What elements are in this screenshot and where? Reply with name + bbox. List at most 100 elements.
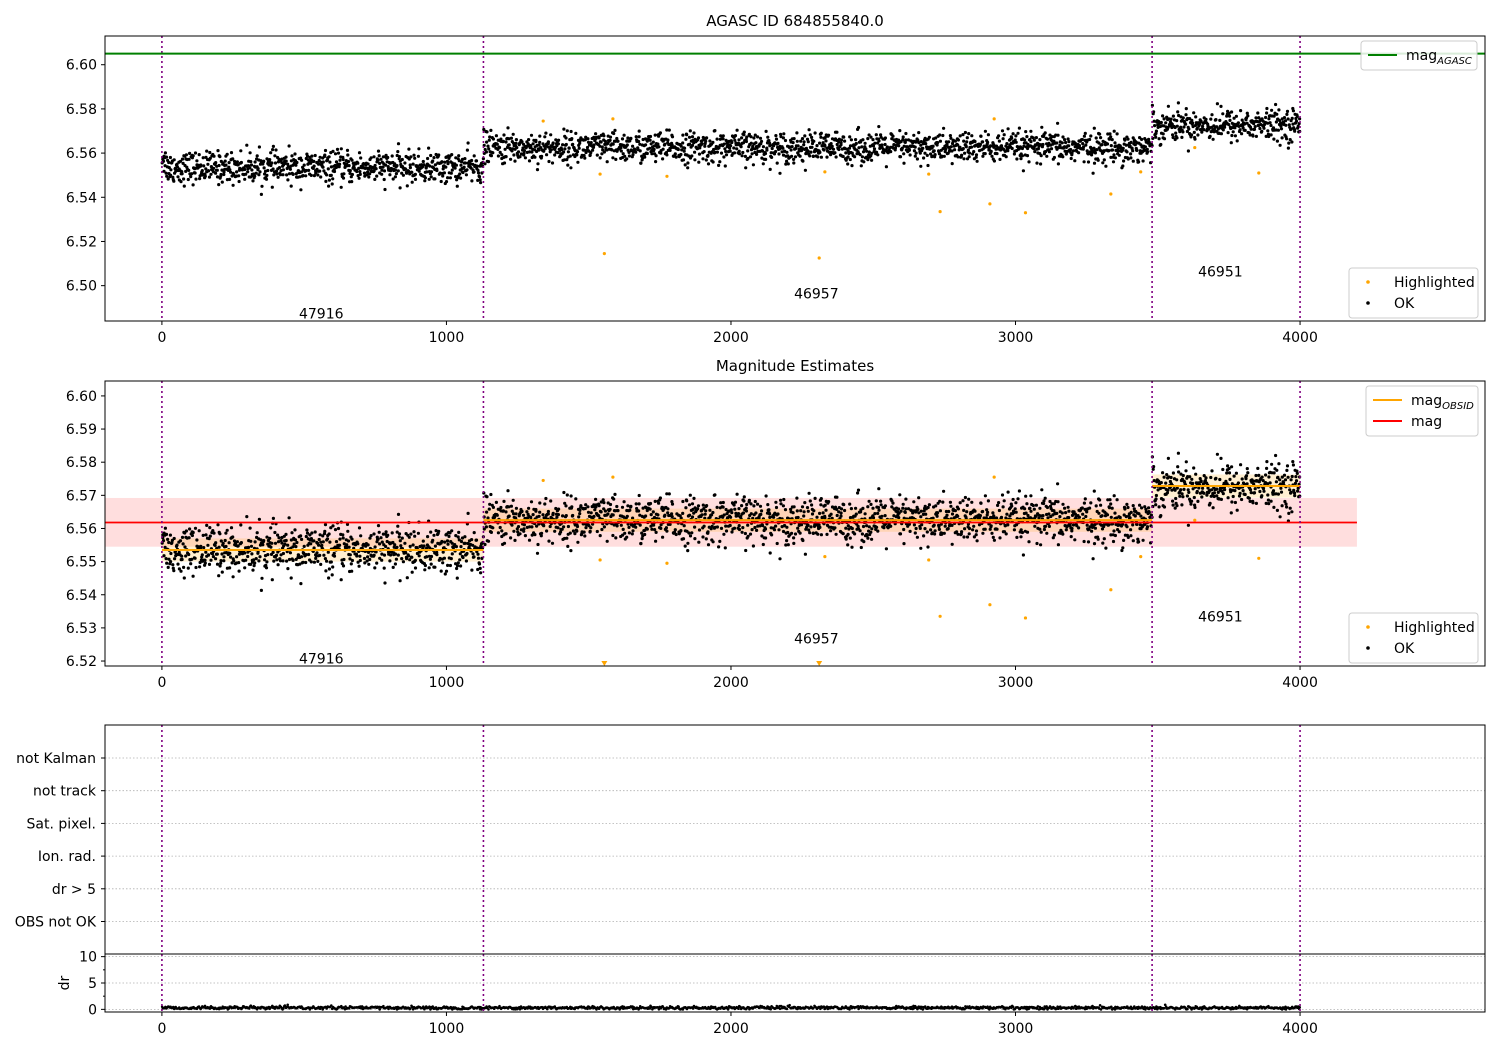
estimates-ok-point	[522, 523, 527, 527]
agasc-ok-point	[1253, 125, 1257, 129]
agasc-ok-point	[486, 160, 491, 164]
estimates-ok-point	[809, 525, 813, 529]
agasc-ok-point	[1215, 102, 1219, 106]
estimates-ok-point	[819, 497, 823, 501]
estimates-ok-point	[715, 505, 719, 509]
agasc-ok-point	[792, 137, 796, 141]
estimates-ok-point	[839, 507, 844, 511]
estimates-ok-point	[692, 496, 696, 500]
agasc-ok-point	[1101, 161, 1105, 165]
estimates-ok-point	[898, 493, 902, 497]
estimates-ok-point	[1038, 506, 1042, 510]
estimates-ok-point	[732, 526, 737, 530]
agasc-ok-point	[164, 155, 169, 159]
estimates-ok-point	[715, 525, 720, 529]
estimates-ok-point	[231, 535, 235, 539]
estimates-ok-point	[897, 507, 901, 511]
estimates-ok-point	[1096, 537, 1100, 541]
estimates-ok-point	[1000, 493, 1005, 497]
estimates-ok-point	[1035, 541, 1039, 546]
agasc-ok-point	[732, 146, 736, 150]
estimates-ok-point	[740, 504, 744, 508]
agasc-ok-point	[1287, 141, 1291, 145]
agasc-ok-point	[530, 150, 534, 154]
agasc-ok-point	[209, 172, 213, 176]
agasc-ok-point	[705, 136, 709, 140]
estimates-ok-point	[1027, 540, 1031, 544]
agasc-ok-point	[563, 147, 567, 151]
agasc-ok-point	[1131, 149, 1135, 153]
agasc-highlighted-point	[1109, 192, 1113, 196]
estimates-ok-point	[945, 513, 949, 517]
estimates-ok-point	[342, 557, 346, 562]
estimates-ok-point	[255, 531, 259, 535]
agasc-ok-point	[357, 151, 362, 155]
agasc-ok-point	[742, 130, 746, 134]
estimates-ok-point	[965, 535, 970, 539]
estimates-ok-point	[516, 525, 521, 529]
estimates-ok-point	[796, 515, 800, 520]
estimates-ok-point	[1123, 507, 1127, 511]
estimates-ok-point	[839, 514, 843, 518]
estimates-ok-point	[290, 531, 294, 535]
estimates-ok-point	[509, 536, 513, 540]
estimates-ok-point	[485, 495, 489, 499]
estimates-ok-point	[1045, 531, 1049, 535]
agasc-ok-point	[531, 142, 535, 146]
agasc-ok-point	[861, 138, 865, 142]
estimates-ok-point	[819, 503, 823, 507]
estimates-ok-point	[502, 541, 507, 545]
estimates-ok-point	[599, 510, 603, 514]
estimates-ok-point	[1082, 501, 1086, 505]
estimates-ok-point	[850, 545, 854, 549]
estimates-ok-point	[326, 550, 330, 554]
agasc-ok-point	[1112, 153, 1116, 157]
agasc-ok-point	[1161, 132, 1165, 136]
agasc-ok-point	[1077, 151, 1081, 155]
estimates-ok-point	[625, 535, 629, 539]
estimates-ok-point	[686, 541, 690, 545]
agasc-ok-point	[800, 137, 805, 141]
estimates-ok-point	[589, 511, 593, 515]
estimates-ok-point	[266, 553, 270, 557]
estimates-ok-point	[729, 508, 733, 512]
agasc-ok-point	[523, 156, 528, 160]
estimates-ok-point	[257, 517, 261, 521]
agasc-ok-point	[619, 146, 623, 150]
agasc-ok-point	[413, 156, 417, 160]
agasc-ok-point	[569, 166, 573, 170]
agasc-ok-point	[956, 138, 961, 142]
agasc-ok-point	[782, 132, 786, 136]
agasc-ok-point	[1286, 146, 1290, 150]
estimates-ok-point	[792, 505, 796, 509]
agasc-ok-point	[273, 154, 277, 158]
agasc-ok-point	[405, 184, 409, 188]
agasc-ok-point	[425, 170, 429, 174]
estimates-ok-point	[638, 523, 642, 527]
estimates-ok-point	[935, 514, 939, 518]
estimates-ok-point	[811, 531, 815, 536]
estimates-ok-point	[1055, 511, 1059, 515]
estimates-ok-point	[562, 490, 566, 495]
agasc-ok-point	[167, 160, 171, 165]
estimates-ok-point	[198, 565, 202, 569]
agasc-ok-point	[329, 173, 333, 177]
agasc-ok-point	[180, 157, 185, 161]
estimates-ok-point	[456, 561, 460, 565]
estimates-ok-point	[312, 539, 316, 543]
agasc-ok-point	[774, 137, 779, 141]
estimates-ok-point	[483, 542, 487, 547]
agasc-ok-point	[1113, 156, 1117, 160]
estimates-ok-point	[1113, 511, 1117, 515]
estimates-ok-point	[708, 508, 712, 512]
estimates-ok-point	[470, 568, 474, 572]
agasc-ok-point	[781, 146, 785, 150]
agasc-ok-point	[863, 141, 867, 145]
agasc-ok-point	[919, 164, 923, 168]
estimates-ok-point	[1125, 502, 1129, 506]
agasc-ok-point	[749, 135, 753, 139]
estimates-ok-point	[818, 511, 822, 515]
agasc-ok-point	[1045, 154, 1049, 158]
agasc-ok-point	[1071, 149, 1076, 153]
estimates-ok-point	[818, 525, 822, 530]
